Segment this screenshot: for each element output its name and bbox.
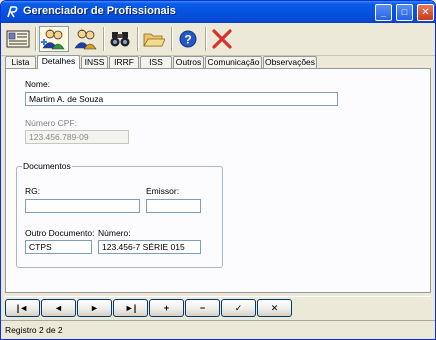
first-record-button[interactable]: |◄: [5, 299, 40, 317]
record-status: Registro 2 de 2: [5, 325, 63, 335]
post-record-button[interactable]: ✓: [221, 299, 256, 317]
edit-users-icon: [74, 29, 97, 50]
close-red-x-icon: [212, 29, 232, 49]
add-user-icon: [41, 29, 65, 50]
main-window: Gerenciador de Profissionais _ □ ✕ ? Lis…: [0, 0, 436, 340]
tab-outros[interactable]: Outros: [173, 56, 204, 68]
tab-iss[interactable]: ISS: [140, 56, 172, 68]
help-tool[interactable]: ?: [173, 26, 203, 52]
status-bar: Registro 2 de 2: [1, 320, 435, 339]
add-professional-tool[interactable]: [39, 26, 69, 52]
binoculars-icon: [110, 32, 130, 47]
numero-label: Número:: [98, 228, 131, 238]
tab-observacoes[interactable]: Observações: [263, 56, 317, 68]
next-record-button[interactable]: ►: [77, 299, 112, 317]
nome-field[interactable]: Martim A. de Souza: [25, 92, 338, 106]
edit-professional-tool[interactable]: [71, 26, 101, 52]
insert-record-button[interactable]: +: [149, 299, 184, 317]
cpf-field[interactable]: 123.456.789-09: [25, 130, 129, 144]
delete-record-button[interactable]: −: [185, 299, 220, 317]
close-button[interactable]: ✕: [417, 4, 434, 21]
id-card-list-icon: [6, 30, 30, 48]
search-tool[interactable]: [105, 26, 135, 52]
cancel-edit-button[interactable]: ✕: [257, 299, 292, 317]
app-logo-icon: [7, 6, 18, 18]
nome-label: Nome:: [25, 79, 51, 89]
open-folder-icon: [143, 33, 165, 47]
tab-inss[interactable]: INSS: [81, 56, 108, 68]
details-panel: Nome: Martim A. de Souza Número CPF: 123…: [5, 68, 431, 293]
rg-label: RG:: [25, 186, 41, 196]
prior-record-button[interactable]: ◄: [41, 299, 76, 317]
cpf-label: Número CPF:: [25, 118, 77, 128]
documentos-group-title: Documentos: [22, 161, 72, 171]
rg-field[interactable]: [25, 199, 140, 213]
tab-detalhes[interactable]: Detalhes: [37, 55, 80, 69]
record-navigator: |◄ ◄ ► ►| + − ✓ ✕: [5, 296, 431, 318]
toolbar: ?: [1, 23, 435, 56]
help-icon: ?: [179, 30, 197, 48]
minimize-button[interactable]: _: [375, 4, 392, 21]
svg-text:?: ?: [184, 33, 191, 47]
title-bar[interactable]: Gerenciador de Profissionais _ □ ✕: [1, 1, 435, 23]
tab-irrf[interactable]: IRRF: [109, 56, 139, 68]
open-tool[interactable]: [139, 26, 169, 52]
emissor-field[interactable]: [146, 199, 201, 213]
exit-tool[interactable]: [207, 26, 237, 52]
outro-documento-label: Outro Documento:: [25, 228, 95, 238]
outro-documento-field[interactable]: CTPS: [25, 240, 92, 254]
tab-comunicacao[interactable]: Comunicação: [205, 56, 262, 68]
last-record-button[interactable]: ►|: [113, 299, 148, 317]
maximize-button[interactable]: □: [396, 4, 413, 21]
tab-lista[interactable]: Lista: [5, 56, 36, 68]
emissor-label: Emissor:: [146, 186, 180, 196]
list-view-tool[interactable]: [3, 26, 33, 52]
window-title: Gerenciador de Profissionais: [23, 5, 176, 17]
numero-field[interactable]: 123.456-7 SÉRIE 015: [98, 240, 201, 254]
